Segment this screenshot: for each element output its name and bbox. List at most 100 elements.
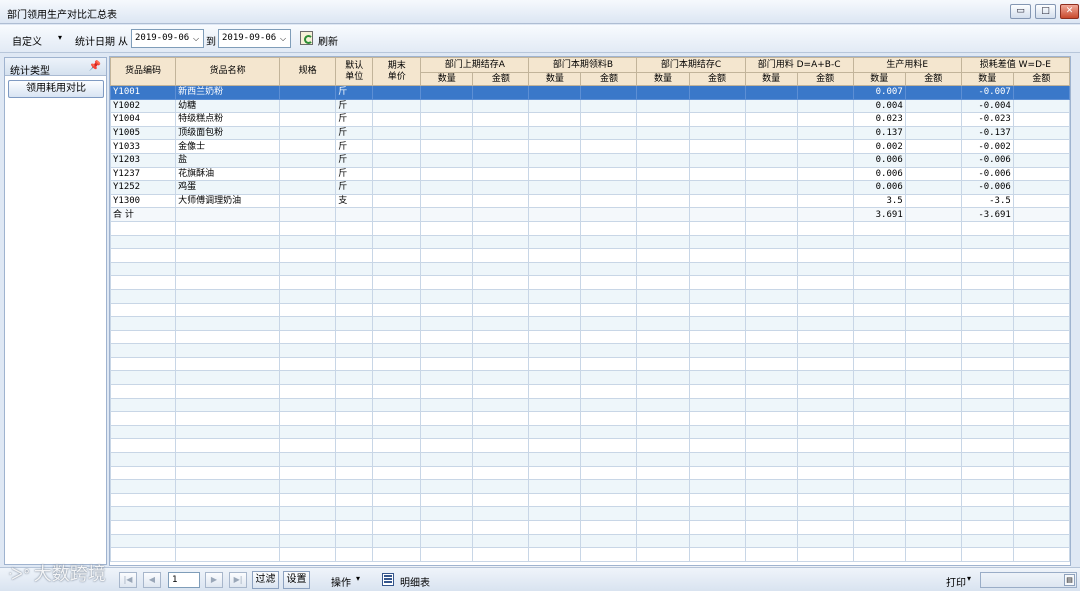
print-arrow-icon[interactable]: ▾ bbox=[967, 574, 971, 583]
empty-row[interactable] bbox=[110, 370, 1070, 386]
table-row[interactable]: Y1237 花旗酥油 斤 0.006 -0.006 bbox=[110, 166, 1070, 182]
col-header-unit[interactable]: 默认 单位 bbox=[335, 57, 374, 86]
close-button[interactable]: ✕ bbox=[1060, 4, 1079, 19]
refresh-icon[interactable] bbox=[300, 31, 313, 45]
cell-loss-amount bbox=[1012, 85, 1070, 100]
empty-row[interactable] bbox=[110, 411, 1070, 426]
empty-row[interactable] bbox=[110, 452, 1070, 467]
col-header-spec[interactable]: 规格 bbox=[279, 57, 337, 86]
table-cell bbox=[580, 275, 638, 290]
empty-row[interactable] bbox=[110, 302, 1070, 318]
custom-menu[interactable]: 自定义 bbox=[12, 33, 42, 48]
detail-table-button[interactable]: 明细表 bbox=[400, 574, 430, 589]
col-header-qty[interactable]: 数量 bbox=[528, 72, 582, 86]
minimize-button[interactable]: ▭ bbox=[1010, 4, 1031, 19]
empty-row[interactable] bbox=[110, 479, 1070, 494]
col-group-prev-stock[interactable]: 部门上期结存A bbox=[420, 57, 530, 73]
table-cell bbox=[528, 479, 582, 494]
col-header-qty[interactable]: 数量 bbox=[744, 72, 798, 86]
table-cell bbox=[960, 261, 1014, 277]
col-header-code[interactable]: 货品编码 bbox=[110, 57, 177, 86]
table-cell bbox=[744, 98, 798, 114]
empty-row[interactable] bbox=[110, 220, 1070, 236]
col-header-qty[interactable]: 数量 bbox=[636, 72, 690, 86]
combo-dropdown-icon[interactable]: ▤ bbox=[1064, 574, 1075, 586]
col-header-amount[interactable]: 金额 bbox=[796, 72, 854, 86]
col-header-price[interactable]: 期末 单价 bbox=[372, 57, 422, 86]
last-page-button[interactable]: ▶| bbox=[229, 572, 247, 588]
col-group-dept-usage[interactable]: 部门用料 D=A+B-C bbox=[744, 57, 854, 73]
col-header-name[interactable]: 货品名称 bbox=[175, 57, 281, 86]
table-cell bbox=[960, 248, 1014, 263]
table-row[interactable]: Y1033 金像士 斤 0.002 -0.002 bbox=[110, 139, 1070, 154]
empty-row[interactable] bbox=[110, 438, 1070, 454]
table-cell bbox=[472, 112, 530, 127]
empty-row[interactable] bbox=[110, 506, 1070, 521]
col-group-current-stock[interactable]: 部门本期结存C bbox=[636, 57, 746, 73]
empty-row[interactable] bbox=[110, 492, 1070, 508]
table-row[interactable]: Y1252 鸡蛋 斤 0.006 -0.006 bbox=[110, 180, 1070, 195]
table-cell bbox=[580, 207, 638, 222]
empty-row[interactable] bbox=[110, 520, 1070, 535]
table-row[interactable]: Y1203 盐 斤 0.006 -0.006 bbox=[110, 152, 1070, 168]
first-page-button[interactable]: |◀ bbox=[119, 572, 137, 588]
empty-row[interactable] bbox=[110, 261, 1070, 277]
total-row[interactable]: 合 计 3.691 -3.691 bbox=[110, 207, 1070, 222]
empty-row[interactable] bbox=[110, 384, 1070, 399]
empty-row[interactable] bbox=[110, 275, 1070, 290]
col-group-current-requisition[interactable]: 部门本期领料B bbox=[528, 57, 638, 73]
table-row[interactable]: Y1001 新西兰奶粉 斤 0.007 -0.007 bbox=[110, 85, 1070, 100]
next-page-button[interactable]: ▶ bbox=[205, 572, 223, 588]
table-row[interactable]: Y1005 顶级面包粉 斤 0.137 -0.137 bbox=[110, 125, 1070, 141]
col-header-amount[interactable]: 金额 bbox=[688, 72, 746, 86]
settings-button[interactable]: 设置 bbox=[283, 571, 310, 589]
prev-page-button[interactable]: ◀ bbox=[143, 572, 161, 588]
table-cell bbox=[852, 547, 906, 562]
cell-loss-qty: -0.002 bbox=[960, 139, 1014, 154]
col-group-loss-diff[interactable]: 损耗差值 W=D-E bbox=[960, 57, 1070, 73]
col-group-production-usage[interactable]: 生产用料E bbox=[852, 57, 962, 73]
operate-arrow-icon[interactable]: ▾ bbox=[356, 574, 360, 583]
empty-row[interactable] bbox=[110, 248, 1070, 263]
table-cell bbox=[110, 356, 177, 372]
date-to-picker[interactable]: 2019-09-06 ⌵ bbox=[218, 29, 291, 48]
stat-type-item-usage-compare[interactable]: 领用耗用对比 bbox=[8, 80, 104, 98]
operate-menu[interactable]: 操作 bbox=[331, 574, 351, 589]
col-header-qty[interactable]: 数量 bbox=[960, 72, 1014, 86]
table-row[interactable]: Y1300 大师傅调理奶油 支 3.5 -3.5 bbox=[110, 193, 1070, 209]
filter-button[interactable]: 过滤 bbox=[252, 571, 279, 589]
table-cell bbox=[420, 533, 474, 549]
refresh-button[interactable]: 刷新 bbox=[318, 33, 338, 48]
pin-icon[interactable]: 📌 bbox=[89, 61, 101, 72]
col-header-qty[interactable]: 数量 bbox=[420, 72, 474, 86]
empty-row[interactable] bbox=[110, 234, 1070, 250]
table-cell bbox=[335, 397, 374, 413]
print-combo[interactable]: ▤ bbox=[980, 572, 1077, 588]
maximize-button[interactable]: □ bbox=[1035, 4, 1056, 19]
empty-row[interactable] bbox=[110, 424, 1070, 440]
col-header-amount[interactable]: 金额 bbox=[904, 72, 962, 86]
empty-row[interactable] bbox=[110, 356, 1070, 372]
empty-row[interactable] bbox=[110, 288, 1070, 304]
table-cell bbox=[796, 506, 854, 521]
table-row[interactable]: Y1004 特级糕点粉 斤 0.023 -0.023 bbox=[110, 112, 1070, 127]
date-from-picker[interactable]: 2019-09-06 ⌵ bbox=[131, 29, 204, 48]
custom-menu-arrow-icon[interactable]: ▾ bbox=[58, 33, 62, 42]
empty-row[interactable] bbox=[110, 329, 1070, 345]
empty-row[interactable] bbox=[110, 343, 1070, 358]
empty-row[interactable] bbox=[110, 397, 1070, 413]
col-header-qty[interactable]: 数量 bbox=[852, 72, 906, 86]
col-header-amount[interactable]: 金额 bbox=[580, 72, 638, 86]
chevron-down-icon[interactable]: ⌵ bbox=[191, 30, 201, 47]
empty-row[interactable] bbox=[110, 465, 1070, 481]
page-number-input[interactable]: 1 bbox=[168, 572, 200, 588]
table-row[interactable]: Y1002 幼糖 斤 0.004 -0.004 bbox=[110, 98, 1070, 114]
empty-row[interactable] bbox=[110, 533, 1070, 549]
col-header-amount[interactable]: 金额 bbox=[472, 72, 530, 86]
print-menu[interactable]: 打印 bbox=[946, 574, 966, 589]
chevron-down-icon[interactable]: ⌵ bbox=[278, 30, 288, 47]
col-header-amount[interactable]: 金额 bbox=[1012, 72, 1070, 86]
empty-row[interactable] bbox=[110, 316, 1070, 331]
detail-table-icon[interactable] bbox=[382, 573, 394, 586]
empty-row[interactable] bbox=[110, 547, 1070, 562]
